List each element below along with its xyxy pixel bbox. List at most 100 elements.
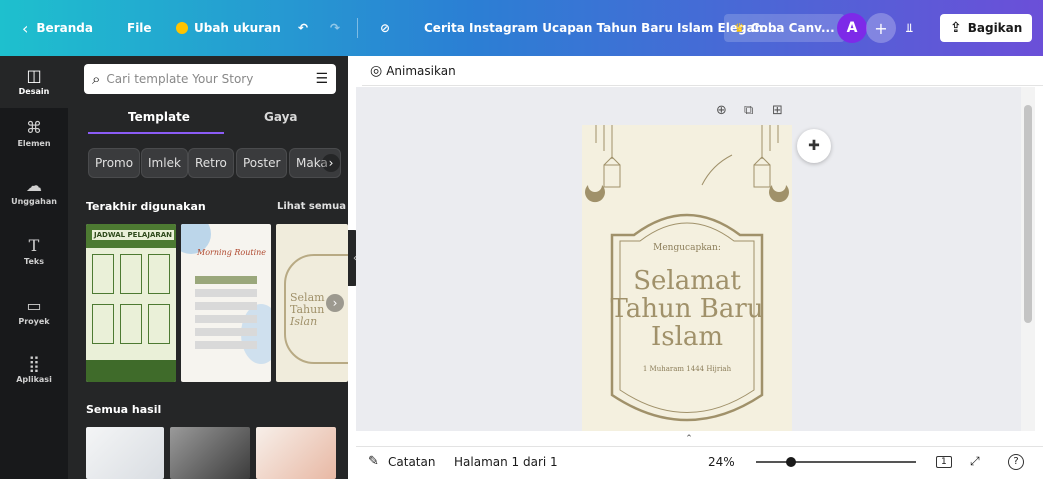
recent-template-morning-routine[interactable]: Morning Routine <box>181 224 271 382</box>
scrollbar-thumb[interactable] <box>1024 105 1032 323</box>
try-canva-pro-button[interactable]: ♛ Coba Canv... <box>724 14 845 42</box>
toolbar-divider <box>357 18 358 38</box>
help-icon[interactable]: ? <box>1008 453 1024 470</box>
text-icon: T <box>28 236 40 255</box>
thumb-footer-band <box>86 360 176 382</box>
add-comment-icon[interactable]: ✚ <box>797 129 831 163</box>
rail-item-label: Elemen <box>17 139 51 148</box>
resize-label: Ubah ukuran <box>194 21 281 35</box>
design-title: Selamat Tahun Baru Islam <box>582 267 792 351</box>
recent-template-jadwal[interactable]: JADWAL PELAJARAN <box>86 224 176 382</box>
show-pages-caret-icon[interactable]: ⌃ <box>666 434 712 446</box>
plus-icon: + <box>866 13 896 43</box>
design-date: 1 Muharam 1444 Hijriah <box>642 365 732 373</box>
rail-item-label: Teks <box>24 257 44 266</box>
resize-button[interactable]: Ubah ukuran <box>176 14 281 42</box>
design-page[interactable]: Mengucapkan: Selamat Tahun Baru Islam 1 … <box>582 125 792 431</box>
see-all-link[interactable]: Lihat semua <box>277 201 346 212</box>
share-upload-icon: ⇪ <box>950 20 962 36</box>
page-indicator[interactable]: Halaman 1 dari 1 <box>454 455 558 469</box>
chevron-left-icon: ‹ <box>22 18 29 38</box>
notes-button[interactable]: Catatan <box>388 455 435 469</box>
rail-item-label: Aplikasi <box>16 375 52 384</box>
rail-item-desain[interactable]: ◫ Desain <box>0 56 68 108</box>
redo-icon[interactable]: ↷ <box>330 14 340 42</box>
thumb-title: Morning Routine <box>197 248 267 257</box>
undo-icon[interactable]: ↶ <box>298 14 308 42</box>
design-title-line: Selamat <box>633 266 741 296</box>
design-title-line: Tahun Baru <box>610 294 764 324</box>
template-panel: ⌕ ☰ Template Gaya Promo Imlek Retro Post… <box>68 56 348 479</box>
search-icon: ⌕ <box>92 70 101 88</box>
rail-item-aplikasi[interactable]: ⣿ Aplikasi <box>0 354 68 384</box>
share-label: Bagikan <box>967 21 1023 35</box>
bottom-bar: ✎ Catatan Halaman 1 dari 1 24% 1 ⤢ ? <box>356 446 1043 476</box>
fullscreen-icon[interactable]: ⤢ <box>970 454 980 469</box>
notes-icon[interactable]: ✎ <box>368 454 379 469</box>
lock-icon[interactable]: ⊕ <box>716 103 727 118</box>
zoom-slider[interactable] <box>756 457 916 467</box>
thumb-title-line: Islan <box>290 315 318 328</box>
user-avatar[interactable]: A <box>837 13 867 43</box>
crown-icon <box>176 22 188 34</box>
top-bar: ‹ Beranda File Ubah ukuran ↶ ↷ ⊘ Cerita … <box>0 0 1043 56</box>
zoom-slider-handle[interactable] <box>786 457 797 467</box>
thumb-title: Selam Tahun Islan <box>290 292 325 328</box>
recent-next-icon[interactable]: › <box>326 294 344 312</box>
thumb-title: JADWAL PELAJARAN <box>92 230 175 240</box>
result-template[interactable] <box>256 427 336 479</box>
zoom-level[interactable]: 24% <box>708 455 735 469</box>
search-input[interactable] <box>106 72 316 86</box>
editor-toolbar: ◎ Animasikan <box>362 56 1043 86</box>
apps-grid-icon: ⣿ <box>28 354 40 373</box>
chips-next-icon[interactable]: › <box>322 154 340 172</box>
share-button[interactable]: ⇪ Bagikan <box>940 14 1033 42</box>
result-template[interactable] <box>170 427 250 479</box>
avatar: A <box>837 13 867 43</box>
chip-poster[interactable]: Poster <box>236 148 288 178</box>
thumb-schedule-grid <box>92 254 170 354</box>
page-count-icon[interactable]: 1 <box>936 455 952 468</box>
file-menu-button[interactable]: File <box>127 14 152 42</box>
crown-icon: ♛ <box>734 21 745 35</box>
rail-item-elemen[interactable]: ⌘ Elemen <box>0 118 68 148</box>
rail-item-label: Proyek <box>18 317 50 326</box>
rail-item-proyek[interactable]: ▭ Proyek <box>0 296 68 326</box>
thumb-checklist <box>195 276 257 349</box>
shapes-icon: ⌘ <box>26 118 42 137</box>
search-box: ⌕ ☰ <box>84 64 336 94</box>
insights-chart-icon[interactable]: ⫫ <box>906 14 913 42</box>
cloud-upload-icon: ☁ <box>26 176 42 195</box>
cloud-saved-icon[interactable]: ⊘ <box>380 14 390 42</box>
canvas-area: ⊕ ⧉ ⊞ Mengucapkan: Selamat Tahun Baru Is… <box>356 87 1021 431</box>
result-template[interactable] <box>86 427 164 479</box>
all-results-title: Semua hasil <box>86 403 162 416</box>
design-greeting: Mengucapkan: <box>653 243 721 253</box>
rail-item-label: Unggahan <box>11 197 57 206</box>
chip-imlek[interactable]: Imlek <box>141 148 188 178</box>
chip-promo[interactable]: Promo <box>88 148 141 178</box>
back-home-button[interactable]: ‹ Beranda <box>22 14 93 42</box>
animate-icon: ◎ <box>370 62 383 79</box>
active-tab-indicator <box>88 132 224 134</box>
recent-section-title: Terakhir digunakan <box>86 200 206 213</box>
tab-template[interactable]: Template <box>128 110 190 124</box>
chip-retro[interactable]: Retro <box>188 148 234 178</box>
back-home-label: Beranda <box>36 21 93 35</box>
layout-icon: ◫ <box>26 66 42 85</box>
design-title-line: Islam <box>650 322 724 352</box>
duplicate-page-icon[interactable]: ⧉ <box>744 103 753 118</box>
animate-label: Animasikan <box>386 63 456 78</box>
rail-item-label: Desain <box>18 87 50 96</box>
add-people-button[interactable]: + <box>866 13 896 43</box>
try-canva-pro-label: Coba Canv... <box>750 21 835 35</box>
vertical-scrollbar[interactable] <box>1021 87 1035 431</box>
filter-sliders-icon[interactable]: ☰ <box>315 71 328 87</box>
folder-icon: ▭ <box>26 296 42 315</box>
rail-item-unggahan[interactable]: ☁ Unggahan <box>0 176 68 206</box>
left-rail: ◫ Desain ⌘ Elemen ☁ Unggahan T Teks ▭ Pr… <box>0 56 68 479</box>
animate-button[interactable]: ◎ Animasikan <box>370 63 456 79</box>
rail-item-teks[interactable]: T Teks <box>0 236 68 266</box>
tab-gaya[interactable]: Gaya <box>264 110 298 124</box>
add-page-icon[interactable]: ⊞ <box>772 103 783 118</box>
